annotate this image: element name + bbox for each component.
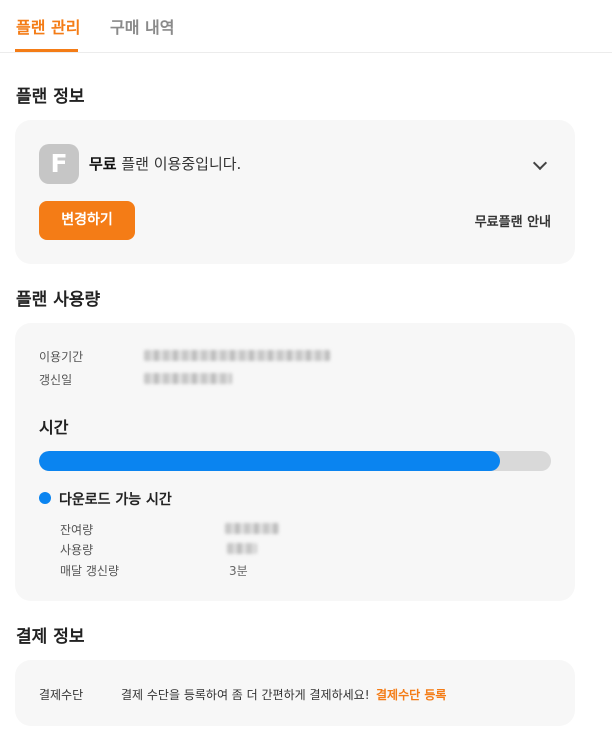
time-progress-bar: [39, 451, 551, 471]
payment-info-title: 결제 정보: [16, 627, 85, 647]
monthly-renewal-label: 매달 갱신량: [60, 564, 120, 578]
time-progress-fill: [39, 451, 500, 471]
plan-badge-icon: F: [39, 144, 79, 184]
remaining-value-redacted: [225, 523, 279, 534]
tab-plan-management[interactable]: 플랜 관리: [16, 14, 80, 38]
monthly-renewal-value: 3분: [229, 564, 248, 578]
chevron-down-icon[interactable]: [532, 155, 548, 171]
used-label: 사용량: [60, 543, 94, 557]
payment-method-label: 결제수단: [39, 688, 84, 702]
change-plan-button[interactable]: 변경하기: [39, 201, 135, 240]
plan-status-text: 무료 플랜 이용중입니다.: [89, 153, 241, 174]
plan-info-card: F 무료 플랜 이용중입니다. 변경하기 무료플랜 안내: [15, 120, 575, 264]
used-value-redacted: [227, 543, 257, 554]
tab-bar: 플랜 관리 구매 내역: [0, 0, 612, 53]
plan-name: 무료: [89, 155, 117, 173]
renewal-value-redacted: [144, 373, 232, 384]
legend-dot: [39, 492, 51, 504]
time-title: 시간: [39, 418, 69, 437]
period-value-redacted: [144, 350, 330, 361]
plan-status-suffix: 플랜 이용중입니다.: [116, 155, 242, 173]
remaining-label: 잔여량: [60, 523, 94, 537]
period-label: 이용기간: [39, 350, 84, 364]
register-payment-link[interactable]: 결제수단 등록: [376, 686, 446, 703]
tab-purchase-history[interactable]: 구매 내역: [110, 14, 174, 38]
payment-description: 결제 수단을 등록하여 좀 더 간편하게 결제하세요!: [121, 688, 370, 702]
free-plan-guide-link[interactable]: 무료플랜 안내: [475, 211, 551, 230]
active-tab-indicator: [15, 49, 78, 52]
legend-label: 다운로드 가능 시간: [59, 492, 172, 508]
plan-usage-title: 플랜 사용량: [16, 290, 101, 310]
plan-usage-card: 이용기간 갱신일 시간 다운로드 가능 시간 잔여량 사용량 매달 갱신량 3분: [15, 323, 575, 601]
renewal-label: 갱신일: [39, 373, 73, 387]
plan-info-title: 플랜 정보: [16, 87, 85, 107]
payment-card: 결제수단 결제 수단을 등록하여 좀 더 간편하게 결제하세요! 결제수단 등록: [15, 660, 575, 726]
